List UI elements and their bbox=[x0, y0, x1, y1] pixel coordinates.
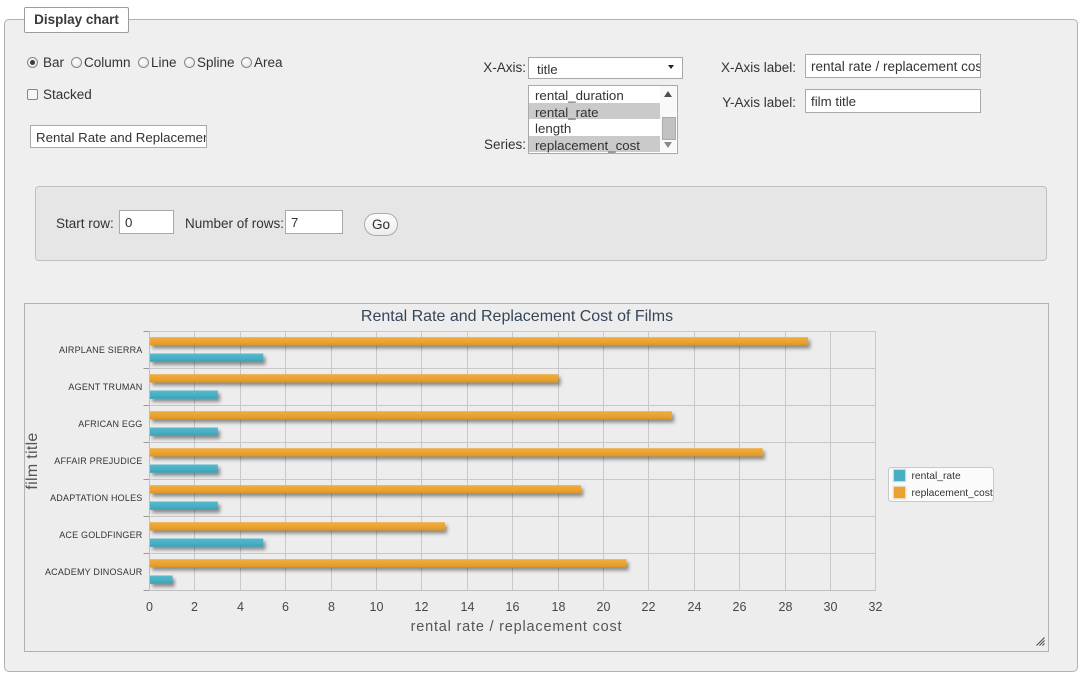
svg-text:AGENT TRUMAN: AGENT TRUMAN bbox=[68, 382, 142, 392]
svg-text:rental_rate: rental_rate bbox=[912, 471, 962, 482]
svg-text:film title: film title bbox=[24, 432, 41, 489]
svg-text:6: 6 bbox=[282, 600, 289, 614]
svg-text:30: 30 bbox=[824, 600, 838, 614]
svg-text:AIRPLANE SIERRA: AIRPLANE SIERRA bbox=[59, 345, 143, 355]
svg-text:14: 14 bbox=[461, 600, 475, 614]
svg-text:28: 28 bbox=[779, 600, 793, 614]
svg-text:4: 4 bbox=[237, 600, 244, 614]
svg-text:18: 18 bbox=[552, 600, 566, 614]
svg-text:0: 0 bbox=[146, 600, 153, 614]
svg-text:22: 22 bbox=[642, 600, 656, 614]
svg-text:10: 10 bbox=[370, 600, 384, 614]
svg-text:2: 2 bbox=[191, 600, 198, 614]
svg-text:Rental Rate and Replacement Co: Rental Rate and Replacement Cost of Film… bbox=[361, 308, 673, 325]
svg-text:ACE GOLDFINGER: ACE GOLDFINGER bbox=[59, 530, 143, 540]
svg-text:AFRICAN EGG: AFRICAN EGG bbox=[78, 419, 142, 429]
svg-text:ADAPTATION HOLES: ADAPTATION HOLES bbox=[50, 493, 142, 503]
svg-text:16: 16 bbox=[506, 600, 520, 614]
svg-text:26: 26 bbox=[733, 600, 747, 614]
svg-text:12: 12 bbox=[415, 600, 429, 614]
svg-text:20: 20 bbox=[597, 600, 611, 614]
svg-text:replacement_cost: replacement_cost bbox=[912, 488, 993, 499]
svg-text:rental rate / replacement cost: rental rate / replacement cost bbox=[411, 619, 623, 635]
svg-text:ACADEMY DINOSAUR: ACADEMY DINOSAUR bbox=[45, 567, 143, 577]
svg-text:8: 8 bbox=[328, 600, 335, 614]
svg-text:24: 24 bbox=[688, 600, 702, 614]
svg-text:32: 32 bbox=[869, 600, 883, 614]
svg-text:AFFAIR PREJUDICE: AFFAIR PREJUDICE bbox=[54, 456, 142, 466]
